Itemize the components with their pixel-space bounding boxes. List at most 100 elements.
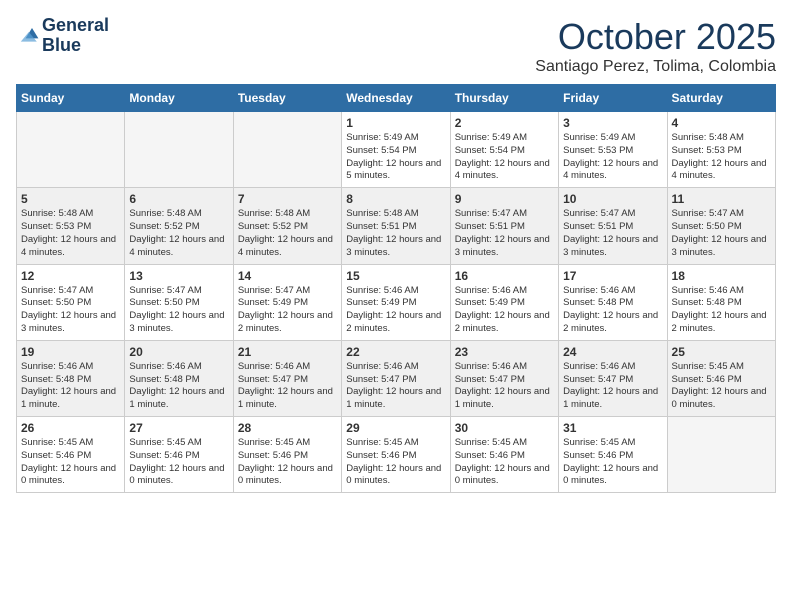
calendar-week-row: 12 Sunrise: 5:47 AM Sunset: 5:50 PM Dayli… <box>17 264 776 340</box>
table-row: 19Sunrise: 5:46 AM Sunset: 5:48 PM Dayli… <box>17 340 125 416</box>
calendar-week-row: 19 Sunrise: 5:46 AM Sunset: 5:48 PM Dayli… <box>17 340 776 416</box>
cell-date: 18 <box>672 269 771 283</box>
calendar-week-row: 5 Sunrise: 5:48 AM Sunset: 5:53 PM Daylig… <box>17 188 776 264</box>
cell-date: 11 <box>672 192 771 206</box>
cell-info: Sunrise: 5:47 AM Sunset: 5:51 PM Dayligh… <box>563 208 662 259</box>
cell-date: 22 <box>346 345 445 359</box>
table-row <box>233 112 341 188</box>
logo: General Blue <box>16 16 109 56</box>
cell-info: Sunrise: 5:45 AM Sunset: 5:46 PM Dayligh… <box>129 437 228 488</box>
cell-date: 21 <box>238 345 337 359</box>
cell-date: 15 <box>346 269 445 283</box>
header-tuesday: Tuesday <box>233 85 341 112</box>
cell-info: Sunrise: 5:45 AM Sunset: 5:46 PM Dayligh… <box>238 437 337 488</box>
logo-line2: Blue <box>42 36 109 56</box>
cell-date: 24 <box>563 345 662 359</box>
cell-info: Sunrise: 5:46 AM Sunset: 5:49 PM Dayligh… <box>346 285 445 336</box>
table-row: 30 Sunrise: 5:45 AM Sunset: 5:46 PM Dayli… <box>450 417 558 493</box>
table-row: 25Sunrise: 5:45 AM Sunset: 5:46 PM Dayli… <box>667 340 775 416</box>
table-row: 1 Sunrise: 5:49 AM Sunset: 5:54 PM Daylig… <box>342 112 450 188</box>
table-row: 10 Sunrise: 5:47 AM Sunset: 5:51 PM Dayli… <box>559 188 667 264</box>
cell-date: 9 <box>455 192 554 206</box>
location-title: Santiago Perez, Tolima, Colombia <box>535 58 776 76</box>
cell-date: 27 <box>129 421 228 435</box>
table-row: 26 Sunrise: 5:45 AM Sunset: 5:46 PM Dayli… <box>17 417 125 493</box>
cell-info: Sunrise: 5:48 AM Sunset: 5:52 PM Dayligh… <box>129 208 228 259</box>
logo-icon <box>16 24 40 48</box>
cell-date: 13 <box>129 269 228 283</box>
cell-info: Sunrise: 5:45 AM Sunset: 5:46 PM Dayligh… <box>21 437 120 488</box>
table-row <box>667 417 775 493</box>
table-row: 24 Sunrise: 5:46 AM Sunset: 5:47 PM Dayli… <box>559 340 667 416</box>
cell-date: 20 <box>129 345 228 359</box>
title-block: October 2025 Santiago Perez, Tolima, Col… <box>535 16 776 76</box>
cell-date: 26 <box>21 421 120 435</box>
cell-date: 1 <box>346 116 445 130</box>
table-row: 22 Sunrise: 5:46 AM Sunset: 5:47 PM Dayli… <box>342 340 450 416</box>
cell-date: 29 <box>346 421 445 435</box>
cell-date: 12 <box>21 269 120 283</box>
cell-date: 28 <box>238 421 337 435</box>
table-row: 23 Sunrise: 5:46 AM Sunset: 5:47 PM Dayli… <box>450 340 558 416</box>
table-row: 4 Sunrise: 5:48 AM Sunset: 5:53 PM Daylig… <box>667 112 775 188</box>
header-saturday: Saturday <box>667 85 775 112</box>
cell-date: 6 <box>129 192 228 206</box>
header-monday: Monday <box>125 85 233 112</box>
cell-date: 4 <box>672 116 771 130</box>
cell-date: 5 <box>21 192 120 206</box>
page-header: General Blue October 2025 Santiago Perez… <box>16 16 776 76</box>
calendar-week-row: 1 Sunrise: 5:49 AM Sunset: 5:54 PM Daylig… <box>17 112 776 188</box>
table-row: 6 Sunrise: 5:48 AM Sunset: 5:52 PM Daylig… <box>125 188 233 264</box>
cell-info: Sunrise: 5:49 AM Sunset: 5:53 PM Dayligh… <box>563 132 662 183</box>
cell-info: Sunrise: 5:47 AM Sunset: 5:50 PM Dayligh… <box>21 285 120 336</box>
table-row: 18 Sunrise: 5:46 AM Sunset: 5:48 PM Dayli… <box>667 264 775 340</box>
table-row: 20 Sunrise: 5:46 AM Sunset: 5:48 PM Dayli… <box>125 340 233 416</box>
cell-info: Sunrise: 5:48 AM Sunset: 5:51 PM Dayligh… <box>346 208 445 259</box>
cell-date: 30 <box>455 421 554 435</box>
cell-info: Sunrise: 5:45 AM Sunset: 5:46 PM Dayligh… <box>455 437 554 488</box>
cell-info: Sunrise: 5:46 AM Sunset: 5:47 PM Dayligh… <box>238 361 337 412</box>
cell-info: Sunrise: 5:45 AM Sunset: 5:46 PM Dayligh… <box>672 361 771 412</box>
cell-date: 19 <box>21 345 120 359</box>
logo-text: General Blue <box>42 16 109 56</box>
cell-info: Sunrise: 5:46 AM Sunset: 5:49 PM Dayligh… <box>455 285 554 336</box>
calendar-table: Sunday Monday Tuesday Wednesday Thursday… <box>16 84 776 493</box>
weekday-header-row: Sunday Monday Tuesday Wednesday Thursday… <box>17 85 776 112</box>
table-row: 13 Sunrise: 5:47 AM Sunset: 5:50 PM Dayli… <box>125 264 233 340</box>
cell-date: 8 <box>346 192 445 206</box>
cell-info: Sunrise: 5:46 AM Sunset: 5:47 PM Dayligh… <box>455 361 554 412</box>
table-row: 7Sunrise: 5:48 AM Sunset: 5:52 PM Daylig… <box>233 188 341 264</box>
table-row: 14Sunrise: 5:47 AM Sunset: 5:49 PM Dayli… <box>233 264 341 340</box>
cell-info: Sunrise: 5:47 AM Sunset: 5:49 PM Dayligh… <box>238 285 337 336</box>
logo-line1: General <box>42 16 109 36</box>
header-sunday: Sunday <box>17 85 125 112</box>
table-row: 15 Sunrise: 5:46 AM Sunset: 5:49 PM Dayli… <box>342 264 450 340</box>
table-row: 31Sunrise: 5:45 AM Sunset: 5:46 PM Dayli… <box>559 417 667 493</box>
cell-info: Sunrise: 5:45 AM Sunset: 5:46 PM Dayligh… <box>563 437 662 488</box>
cell-info: Sunrise: 5:48 AM Sunset: 5:53 PM Dayligh… <box>21 208 120 259</box>
header-wednesday: Wednesday <box>342 85 450 112</box>
month-title: October 2025 <box>535 16 776 58</box>
table-row: 5 Sunrise: 5:48 AM Sunset: 5:53 PM Daylig… <box>17 188 125 264</box>
cell-info: Sunrise: 5:46 AM Sunset: 5:47 PM Dayligh… <box>346 361 445 412</box>
table-row: 2Sunrise: 5:49 AM Sunset: 5:54 PM Daylig… <box>450 112 558 188</box>
table-row <box>17 112 125 188</box>
header-friday: Friday <box>559 85 667 112</box>
cell-info: Sunrise: 5:48 AM Sunset: 5:53 PM Dayligh… <box>672 132 771 183</box>
cell-info: Sunrise: 5:47 AM Sunset: 5:50 PM Dayligh… <box>672 208 771 259</box>
cell-info: Sunrise: 5:45 AM Sunset: 5:46 PM Dayligh… <box>346 437 445 488</box>
table-row: 11 Sunrise: 5:47 AM Sunset: 5:50 PM Dayli… <box>667 188 775 264</box>
cell-info: Sunrise: 5:48 AM Sunset: 5:52 PM Dayligh… <box>238 208 337 259</box>
cell-info: Sunrise: 5:46 AM Sunset: 5:48 PM Dayligh… <box>563 285 662 336</box>
cell-date: 10 <box>563 192 662 206</box>
cell-info: Sunrise: 5:46 AM Sunset: 5:47 PM Dayligh… <box>563 361 662 412</box>
cell-info: Sunrise: 5:46 AM Sunset: 5:48 PM Dayligh… <box>672 285 771 336</box>
cell-date: 23 <box>455 345 554 359</box>
cell-info: Sunrise: 5:49 AM Sunset: 5:54 PM Dayligh… <box>455 132 554 183</box>
cell-info: Sunrise: 5:46 AM Sunset: 5:48 PM Dayligh… <box>129 361 228 412</box>
header-thursday: Thursday <box>450 85 558 112</box>
cell-info: Sunrise: 5:47 AM Sunset: 5:50 PM Dayligh… <box>129 285 228 336</box>
cell-info: Sunrise: 5:49 AM Sunset: 5:54 PM Dayligh… <box>346 132 445 183</box>
table-row <box>125 112 233 188</box>
cell-date: 17 <box>563 269 662 283</box>
